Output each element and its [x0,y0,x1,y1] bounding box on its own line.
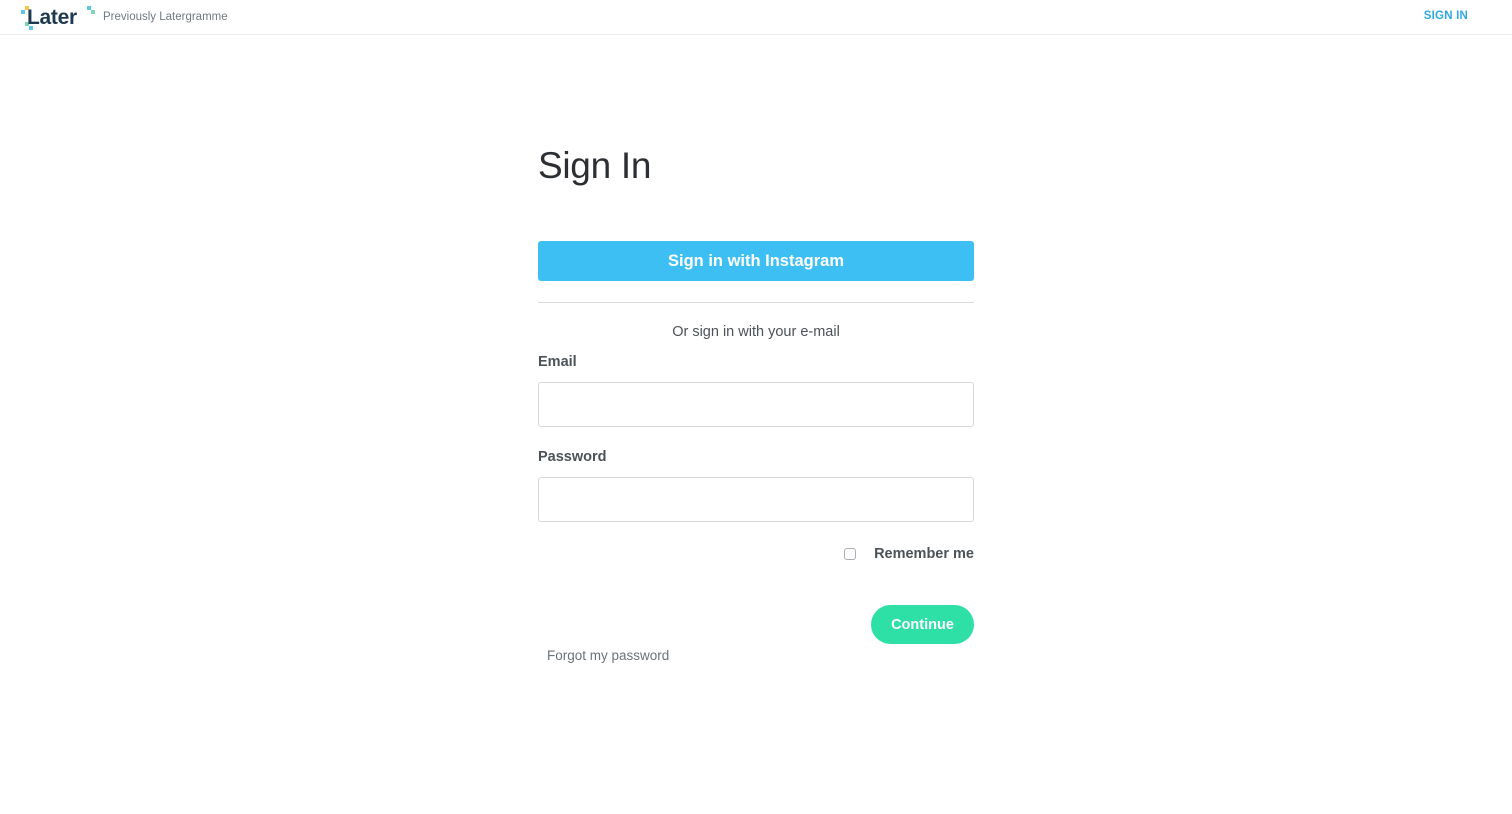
logo-tagline: Previously Latergramme [103,11,228,23]
email-sign-in-hint: Or sign in with your e-mail [672,324,840,340]
top-navigation-bar: Later Previously Latergramme SIGN IN [0,0,1512,35]
forgot-password-link[interactable]: Forgot my password [547,648,669,663]
remember-me-label[interactable]: Remember me [874,546,974,562]
logo-wordmark: Later [27,6,77,29]
email-label: Email [538,354,577,370]
later-logo[interactable]: Later [21,4,95,30]
logo-pixel-decoration [21,10,25,14]
nav-sign-in-link[interactable]: SIGN IN [1424,10,1468,22]
sign-in-panel: Sign In Sign in with Instagram Or sign i… [538,140,974,663]
sign-in-with-instagram-button[interactable]: Sign in with Instagram [538,241,974,281]
logo-pixel-decoration [91,10,95,14]
password-label: Password [538,449,607,465]
continue-button[interactable]: Continue [871,605,974,644]
password-field[interactable] [538,477,974,522]
email-field[interactable] [538,382,974,427]
remember-me-option[interactable]: Remember me [844,544,974,564]
page-title: Sign In [538,145,652,186]
divider [538,302,974,303]
remember-me-checkbox[interactable] [844,548,857,560]
